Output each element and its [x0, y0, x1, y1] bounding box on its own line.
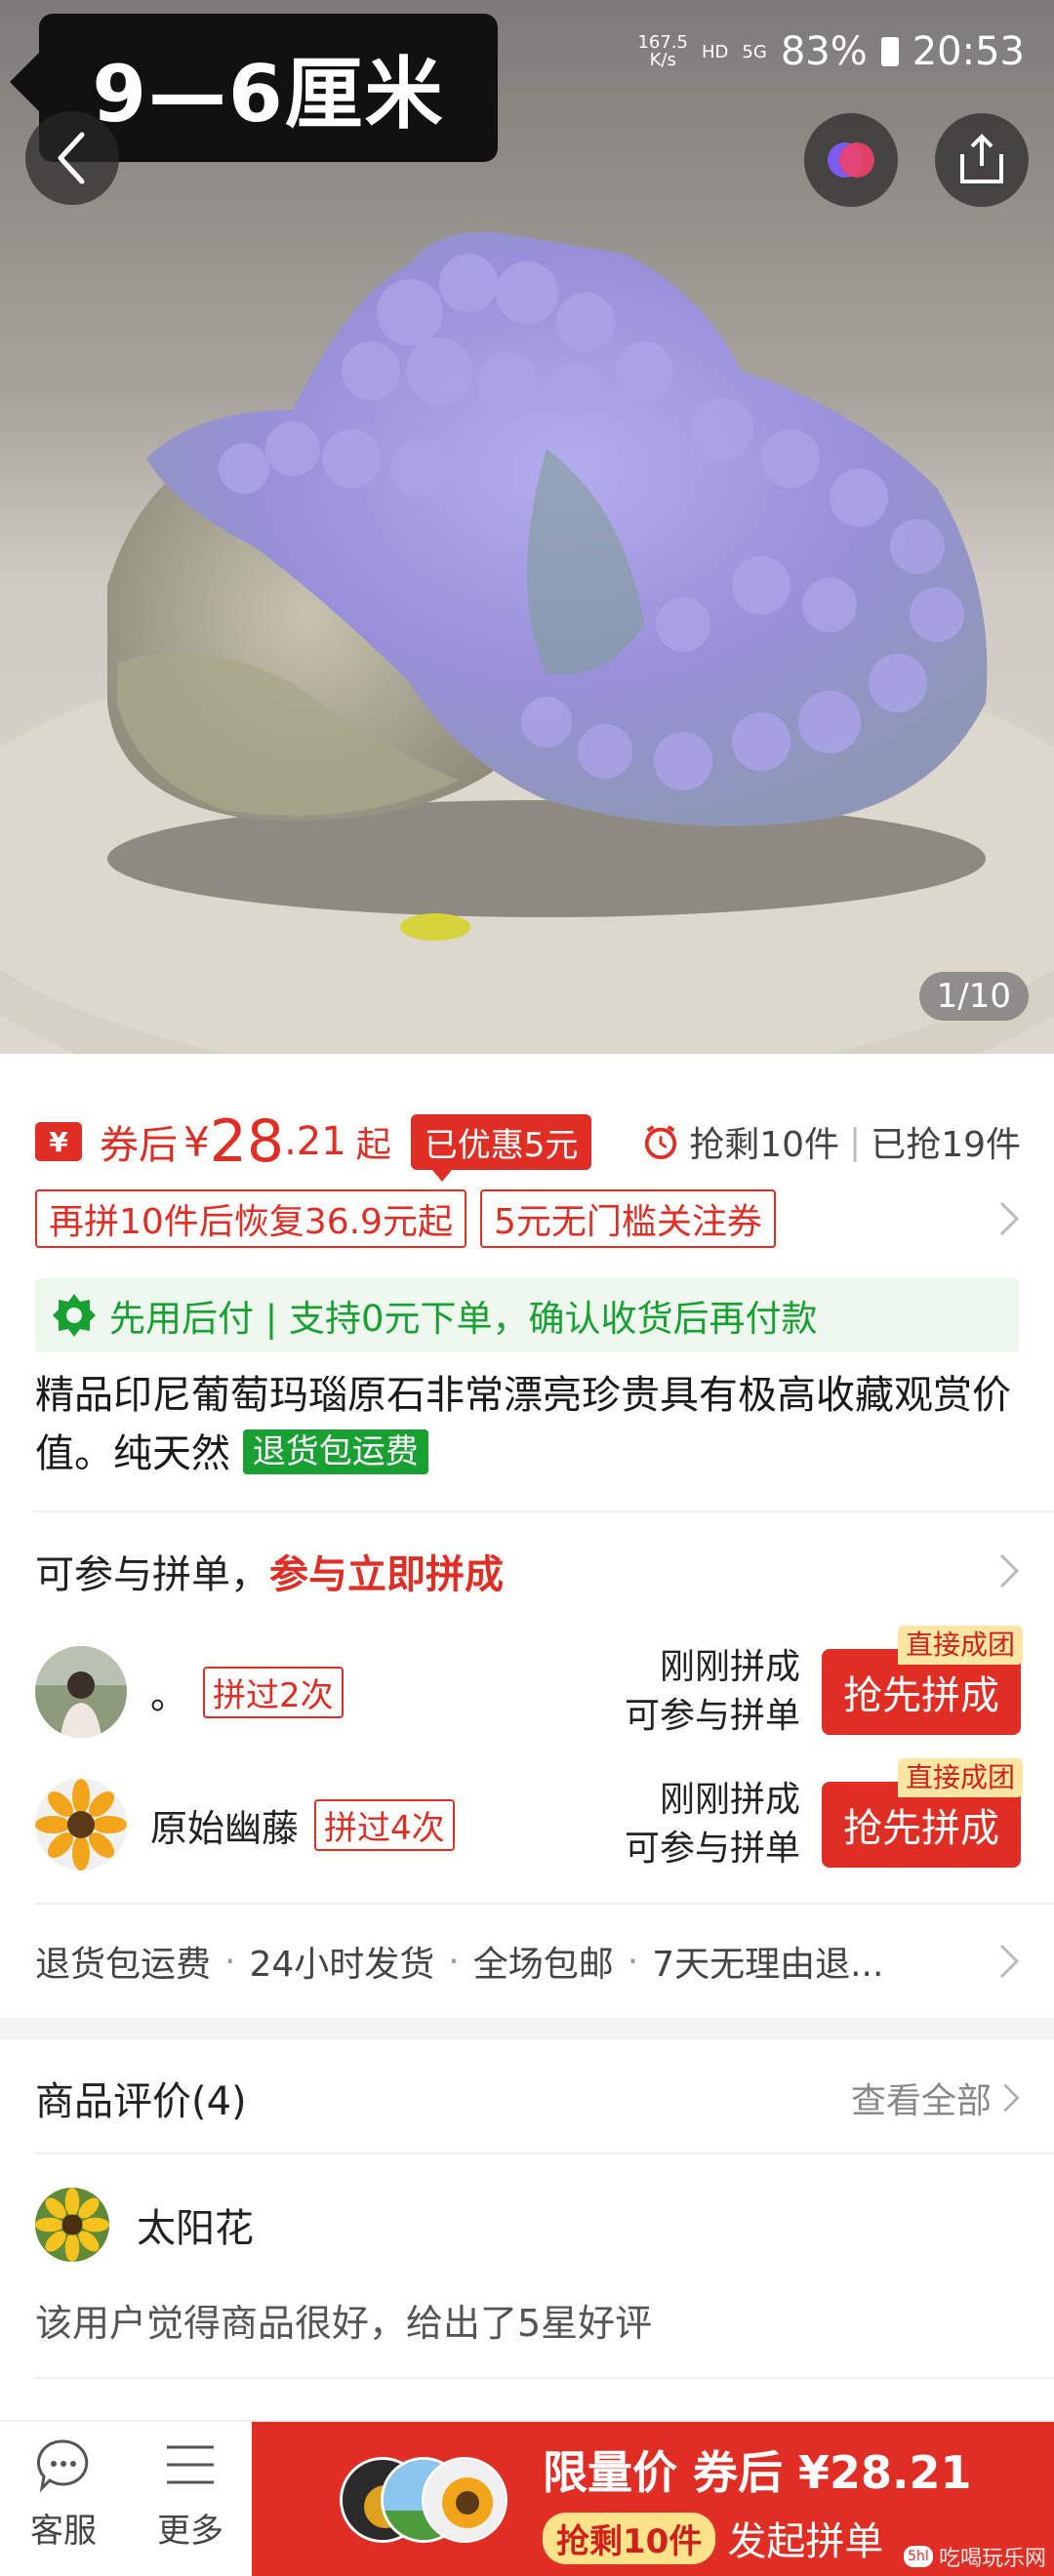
group-status: 刚刚拼成 可参与拼单 — [624, 1780, 800, 1869]
group-status: 刚刚拼成 可参与拼单 — [624, 1647, 800, 1736]
brand-logo-icon — [828, 142, 874, 178]
avatar — [35, 2188, 109, 2262]
battery-icon — [880, 37, 899, 66]
reviewer: 太阳花 — [35, 2186, 254, 2264]
product-title-text: 精品印尼葡萄玛瑙原石非常漂亮珍贵具有极高收藏观赏价值。纯天然 — [35, 1373, 1011, 1476]
avatar — [35, 1646, 127, 1738]
bottom-action-bar: 客服 更多 限量价 券后 ¥28.21 抢剩10件 发起拼单 5hl 吃喝玩乐网 — [0, 2420, 1054, 2576]
group-buy-text: 可参与拼单， — [35, 1552, 269, 1597]
customer-service-button[interactable]: 客服 — [10, 2435, 117, 2572]
instant-group-badge: 直接成团 — [897, 1758, 1023, 1797]
avatar — [35, 1779, 127, 1871]
section-separator — [0, 2018, 1054, 2039]
hd-indicator: HD — [702, 41, 729, 62]
more-button[interactable]: 更多 — [137, 2435, 244, 2572]
group-leader-name: 原始幽藤 — [150, 1806, 300, 1850]
service-guarantees[interactable]: 退货包运费 · 24小时发货 · 全场包邮 · 7天无理由退... — [35, 1932, 1021, 1991]
cta-action-row: 抢剩10件 发起拼单 — [543, 2510, 883, 2566]
price-label: 券后 — [100, 1123, 178, 1168]
signal-indicator: 5G — [742, 41, 767, 62]
service-dot: · — [448, 1941, 460, 1982]
watermark-logo-icon: 5hl — [903, 2546, 933, 2567]
service-item: 7天无理由退... — [652, 1945, 884, 1985]
regroup-tag[interactable]: 再拼10件后恢复36.9元起 — [35, 1189, 466, 1248]
watermark: 5hl 吃喝玩乐网 — [903, 2541, 1046, 2572]
share-icon — [960, 134, 1003, 183]
group-count-badge: 拼过4次 — [314, 1798, 455, 1851]
product-title: 精品印尼葡萄玛瑙原石非常漂亮珍贵具有极高收藏观赏价值。纯天然 退货包运费 — [35, 1366, 1021, 1483]
stock-pill: 抢剩10件 — [543, 2512, 716, 2564]
price-currency: ¥ — [183, 1117, 210, 1166]
menu-icon — [167, 2445, 214, 2484]
price-decimal: .21 — [284, 1119, 346, 1164]
join-group-button[interactable]: 抢先拼成 直接成团 — [822, 1626, 1023, 1735]
customer-service-label: 客服 — [30, 2512, 97, 2551]
product-image-carousel[interactable]: 9—6厘米 167.5 K/s HD 5G 83% 20:53 1/10 — [0, 0, 1054, 1054]
view-all-reviews-link[interactable]: 查看全部 — [851, 2073, 1021, 2123]
price-row: ¥ 券后 ¥ 28 .21 起 已优惠5元 抢剩10件 | 已抢19件 — [35, 1103, 1021, 1182]
stock-divider: | — [849, 1121, 862, 1162]
leaf-icon — [53, 1294, 96, 1337]
join-group-button[interactable]: 抢先拼成 直接成团 — [822, 1758, 1023, 1868]
group-row: 。 拼过2次 刚刚拼成 可参与拼单 抢先拼成 直接成团 — [35, 1626, 1023, 1741]
group-count-badge: 拼过2次 — [203, 1666, 344, 1718]
divider — [35, 1903, 1054, 1905]
group-avatars — [340, 2457, 507, 2545]
yen-icon: ¥ — [35, 1122, 82, 1161]
chevron-right-icon — [1003, 2083, 1020, 2113]
divider — [35, 2377, 1054, 2379]
cta-price: 限量价 券后 ¥28.21 — [543, 2446, 972, 2499]
group-buy-emphasis: 参与立即拼成 — [269, 1552, 504, 1597]
stock-left: 抢剩10件 — [689, 1125, 840, 1165]
divider — [35, 1510, 1054, 1512]
service-item: 24小时发货 — [249, 1945, 435, 1985]
sold-count: 已抢19件 — [871, 1125, 1021, 1165]
image-counter: 1/10 — [918, 972, 1029, 1021]
price-suffix: 起 — [355, 1125, 391, 1165]
cta-action-label: 发起拼单 — [727, 2519, 884, 2564]
back-button[interactable] — [25, 111, 119, 205]
review-text: 该用户觉得商品很好，给出了5星好评 — [35, 2302, 653, 2345]
price-integer: 28 — [209, 1107, 285, 1176]
stock-info: 抢剩10件 | 已抢19件 — [642, 1116, 1021, 1167]
chevron-right-icon — [999, 1944, 1020, 1979]
chevron-right-icon[interactable] — [997, 1199, 1021, 1238]
group-buy-header[interactable]: 可参与拼单， 参与立即拼成 — [35, 1542, 1021, 1600]
status-bar: 167.5 K/s HD 5G 83% 20:53 — [637, 29, 1025, 74]
service-dot: · — [627, 1941, 639, 1982]
start-group-buy-button[interactable]: 限量价 券后 ¥28.21 抢剩10件 发起拼单 5hl 吃喝玩乐网 — [252, 2422, 1054, 2576]
avatar — [422, 2457, 507, 2543]
chat-icon — [36, 2439, 89, 2493]
clock-time: 20:53 — [912, 29, 1025, 74]
brand-logo-button[interactable] — [804, 113, 898, 207]
battery-percent: 83% — [780, 29, 868, 74]
service-item: 退货包运费 — [35, 1945, 212, 1985]
group-row: 原始幽藤 拼过4次 刚刚拼成 可参与拼单 抢先拼成 直接成团 — [35, 1758, 1023, 1873]
pay-later-banner[interactable]: 先用后付 | 支持0元下单，确认收货后再付款 — [35, 1278, 1019, 1352]
clock-icon — [645, 1125, 677, 1160]
share-button[interactable] — [935, 113, 1029, 207]
divider — [35, 2153, 1054, 2154]
service-item: 全场包邮 — [472, 1945, 614, 1985]
chevron-right-icon — [999, 1553, 1020, 1589]
reviewer-name: 太阳花 — [137, 2206, 254, 2251]
discount-badge: 已优惠5元 — [410, 1113, 592, 1182]
coupon-tags-row[interactable]: 再拼10件后恢复36.9元起 5元无门槛关注券 — [35, 1189, 1021, 1248]
coupon-tag[interactable]: 5元无门槛关注券 — [479, 1189, 776, 1248]
free-return-badge: 退货包运费 — [242, 1429, 428, 1474]
back-icon — [58, 132, 85, 184]
network-speed: 167.5 K/s — [637, 32, 688, 70]
reviews-title: 商品评价(4) — [35, 2079, 247, 2124]
more-label: 更多 — [157, 2512, 223, 2551]
group-leader-name: 。 — [150, 1673, 188, 1717]
reviews-header: 商品评价(4) 查看全部 — [35, 2069, 1021, 2127]
pay-later-text: 先用后付 | 支持0元下单，确认收货后再付款 — [109, 1298, 818, 1340]
service-dot: · — [224, 1941, 236, 1982]
instant-group-badge: 直接成团 — [897, 1626, 1023, 1665]
